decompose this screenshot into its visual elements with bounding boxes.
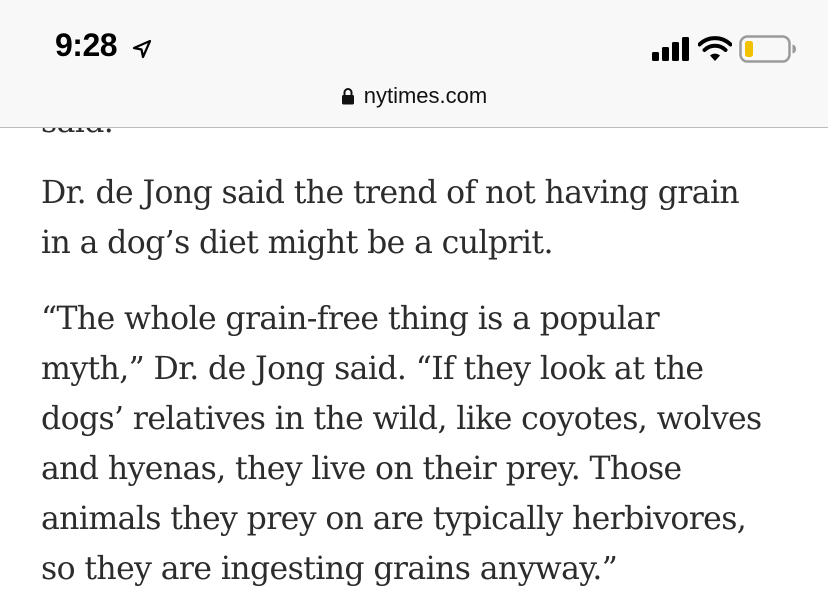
phone-screen: said. Dr. de Jong said the trend of not … <box>0 0 828 610</box>
cellular-signal-icon <box>652 37 689 61</box>
wifi-icon <box>698 36 732 61</box>
article-line: animals they prey on are typically herbi… <box>41 501 747 537</box>
article-line: Dr. de Jong said the trend of not having… <box>41 175 740 211</box>
article-line: in a dog’s diet might be a culprit. <box>41 225 553 261</box>
status-time: 9:28 <box>55 27 118 63</box>
article-paragraph: Dr. de Jong said the trend of not having… <box>41 168 811 268</box>
lock-icon <box>341 88 354 105</box>
address-bar[interactable]: nytimes.com <box>0 79 828 113</box>
location-arrow-icon <box>132 39 152 59</box>
battery-low-icon <box>739 35 796 63</box>
article-line: so they are ingesting grains anyway.” <box>41 551 618 587</box>
url-text: nytimes.com <box>363 83 488 108</box>
article-paragraph: “The whole grain-free thing is a popular… <box>41 294 811 594</box>
article-line: myth,” Dr. de Jong said. “If they look a… <box>41 351 704 387</box>
article-line: dogs’ relatives in the wild, like coyote… <box>41 401 762 437</box>
article-line: and hyenas, they live on their prey. Tho… <box>41 451 682 487</box>
article-line: “The whole grain-free thing is a popular <box>41 301 660 337</box>
browser-top-bar: 9:28 nytimes.com <box>0 0 828 128</box>
